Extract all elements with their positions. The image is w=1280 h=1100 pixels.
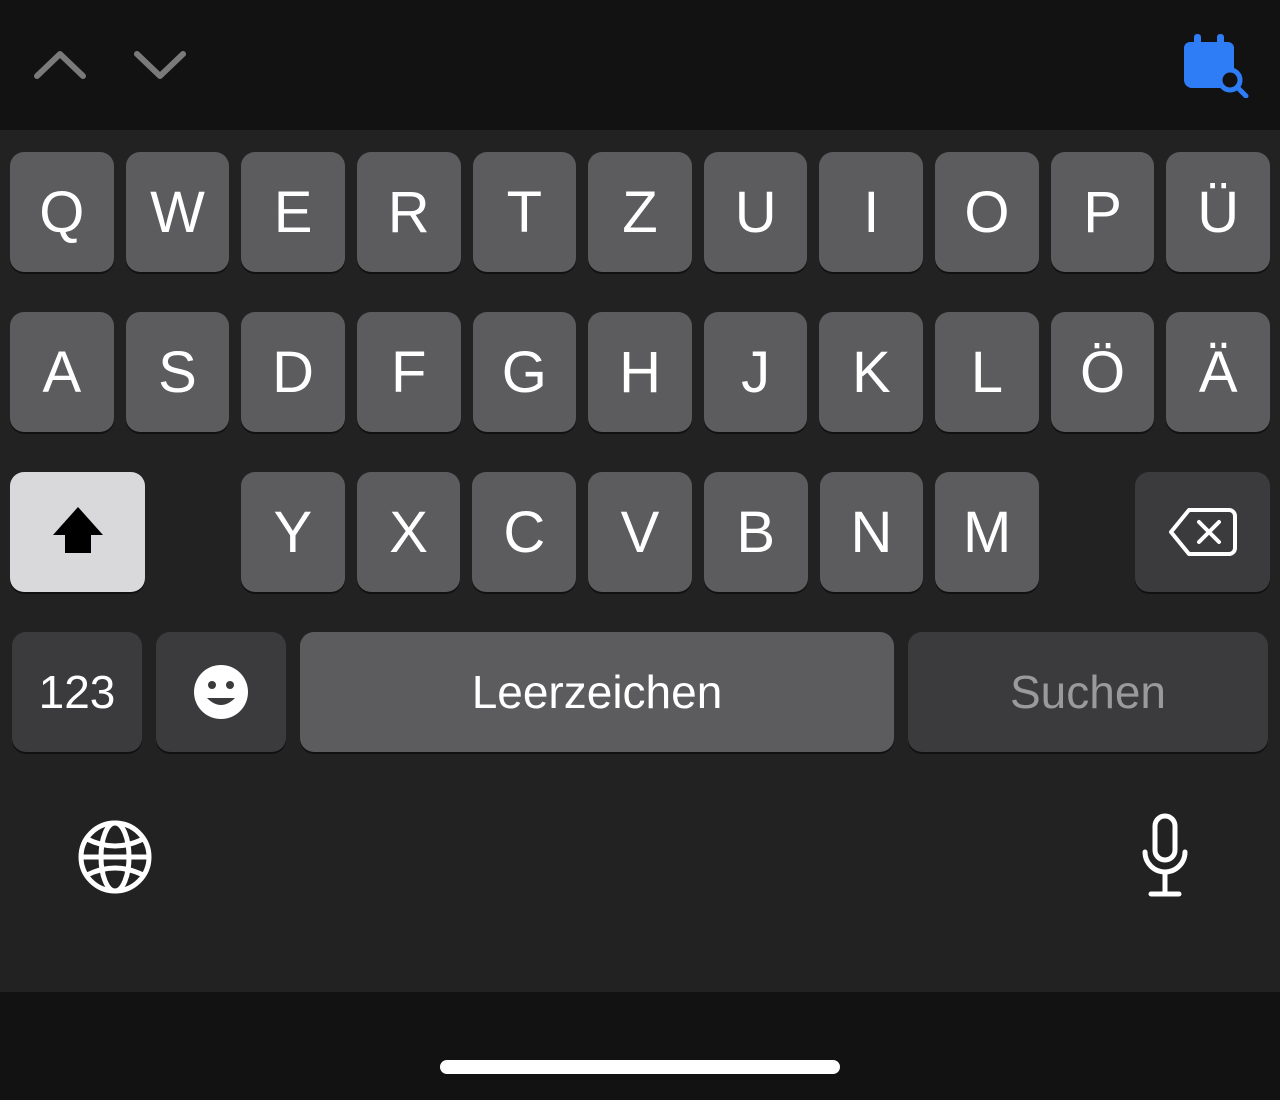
key-OE[interactable]: Ö	[1051, 312, 1155, 432]
key-J[interactable]: J	[704, 312, 808, 432]
key-U[interactable]: U	[704, 152, 808, 272]
key-A[interactable]: A	[10, 312, 114, 432]
backspace-icon	[1167, 506, 1239, 558]
key-M[interactable]: M	[935, 472, 1039, 592]
key-Z[interactable]: Z	[588, 152, 692, 272]
key-F[interactable]: F	[357, 312, 461, 432]
key-UE[interactable]: Ü	[1166, 152, 1270, 272]
chevron-up-icon	[33, 48, 87, 82]
calendar-search-button[interactable]	[1180, 30, 1250, 100]
key-W[interactable]: W	[126, 152, 230, 272]
key-L[interactable]: L	[935, 312, 1039, 432]
key-I[interactable]: I	[819, 152, 923, 272]
keyboard-row-2: A S D F G H J K L Ö Ä	[10, 312, 1270, 432]
key-C[interactable]: C	[472, 472, 576, 592]
next-result-button[interactable]	[130, 35, 190, 95]
microphone-icon	[1135, 812, 1195, 902]
chevron-down-icon	[133, 48, 187, 82]
key-T[interactable]: T	[473, 152, 577, 272]
key-Q[interactable]: Q	[10, 152, 114, 272]
numbers-key[interactable]: 123	[12, 632, 142, 752]
keyboard-row-4: 123 Leerzeichen Suchen	[10, 632, 1270, 752]
shift-key[interactable]	[10, 472, 145, 592]
keyboard-row-1: Q W E R T Z U I O P Ü	[10, 152, 1270, 272]
key-N[interactable]: N	[820, 472, 924, 592]
shift-icon	[47, 501, 109, 563]
key-K[interactable]: K	[819, 312, 923, 432]
home-indicator[interactable]	[440, 1060, 840, 1074]
key-B[interactable]: B	[704, 472, 808, 592]
globe-icon	[75, 817, 155, 897]
key-E[interactable]: E	[241, 152, 345, 272]
emoji-key[interactable]	[156, 632, 286, 752]
key-P[interactable]: P	[1051, 152, 1155, 272]
space-key[interactable]: Leerzeichen	[300, 632, 894, 752]
key-X[interactable]: X	[357, 472, 461, 592]
backspace-key[interactable]	[1135, 472, 1270, 592]
key-D[interactable]: D	[241, 312, 345, 432]
key-AE[interactable]: Ä	[1166, 312, 1270, 432]
key-R[interactable]: R	[357, 152, 461, 272]
keyboard-row-3: Y X C V B N M	[10, 472, 1270, 592]
globe-button[interactable]	[70, 812, 160, 902]
key-O[interactable]: O	[935, 152, 1039, 272]
key-G[interactable]: G	[473, 312, 577, 432]
key-H[interactable]: H	[588, 312, 692, 432]
key-S[interactable]: S	[126, 312, 230, 432]
search-action-key[interactable]: Suchen	[908, 632, 1268, 752]
key-V[interactable]: V	[588, 472, 692, 592]
emoji-icon	[192, 663, 250, 721]
previous-result-button[interactable]	[30, 35, 90, 95]
dictation-button[interactable]	[1120, 812, 1210, 902]
keyboard-toolbar	[0, 0, 1280, 130]
keyboard-system-row	[0, 762, 1280, 992]
onscreen-keyboard: Q W E R T Z U I O P Ü A S D F G H J K L …	[0, 130, 1280, 762]
calendar-search-icon	[1180, 32, 1250, 98]
key-Y[interactable]: Y	[241, 472, 345, 592]
